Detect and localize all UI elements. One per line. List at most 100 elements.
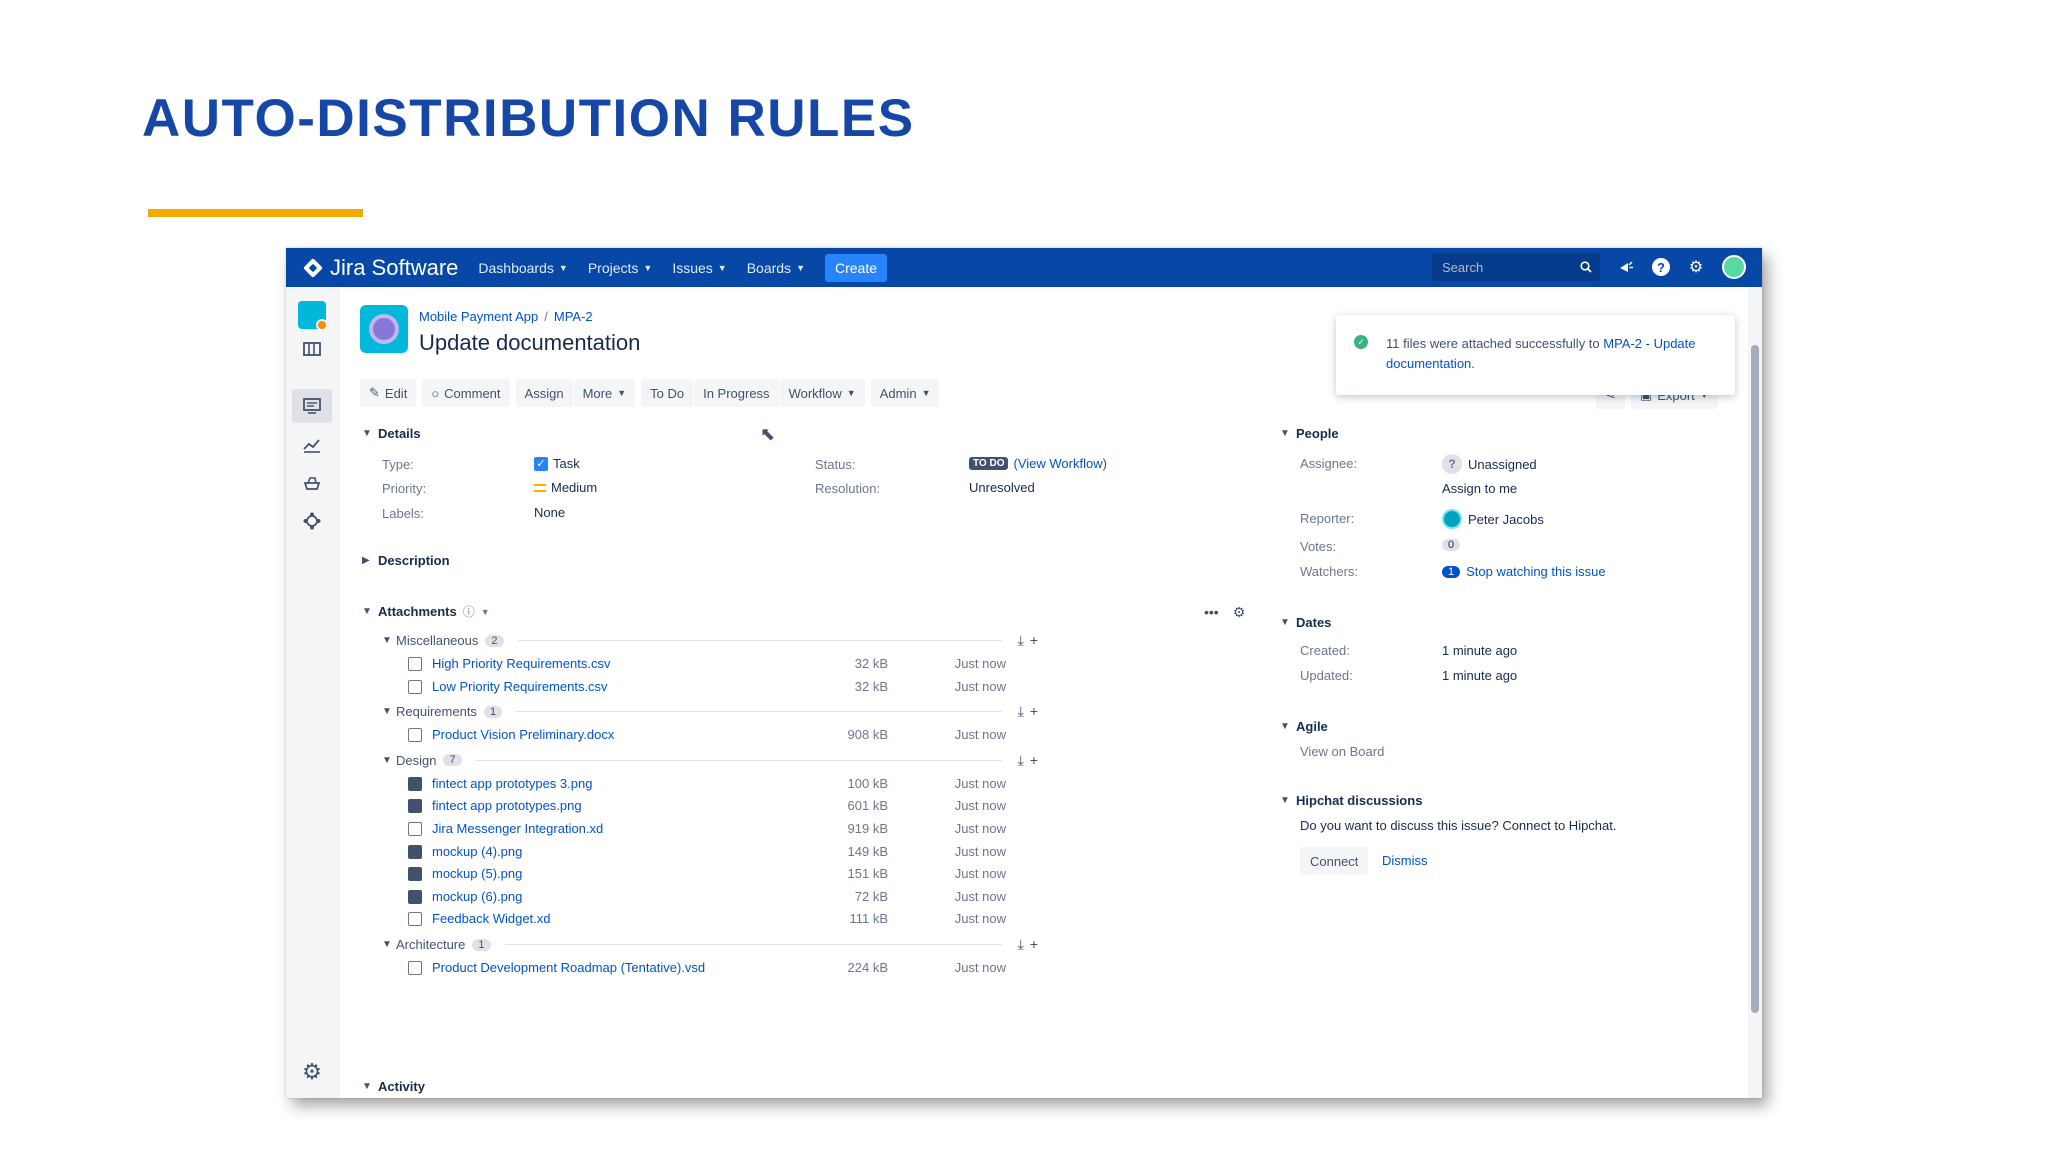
agile-heading[interactable]: ▼ Agile (1280, 719, 1328, 734)
attachment-row[interactable]: fintect app prototypes 3.png 100 kB Just n… (408, 776, 1008, 794)
notifications-icon[interactable] (1616, 257, 1636, 277)
chevron-down-icon: ▼ (1280, 617, 1290, 628)
create-button[interactable]: Create (824, 253, 888, 282)
details-heading[interactable]: ▼ Details (362, 426, 421, 441)
attachment-row[interactable]: Product Vision Preliminary.docx 908 kB Jus… (408, 727, 1008, 745)
attachment-name[interactable]: Product Vision Preliminary.docx (432, 727, 614, 742)
attachment-name[interactable]: Low Priority Requirements.csv (432, 679, 608, 694)
attachment-name[interactable]: Product Development Roadmap (Tentative).… (432, 960, 705, 975)
attachment-row[interactable]: Feedback Widget.xd 111 kB Just now (408, 911, 1008, 929)
assignee-value[interactable]: ? Unassigned (1442, 454, 1537, 474)
watchers-value: 1 Stop watching this issue (1442, 564, 1606, 579)
add-icon[interactable]: + (1030, 703, 1038, 720)
attachment-row[interactable]: mockup (4).png 149 kB Just now (408, 844, 1008, 862)
reporter-value[interactable]: Peter Jacobs (1442, 509, 1544, 529)
attachment-size: 919 kB (847, 821, 888, 836)
chevron-down-icon: ▼ (617, 388, 627, 398)
scroll-thumb[interactable] (1751, 345, 1759, 1013)
releases-icon[interactable] (300, 471, 324, 495)
activity-heading[interactable]: ▼ Activity (362, 1079, 425, 1094)
people-heading[interactable]: ▼ People (1280, 426, 1339, 441)
workflow-button[interactable]: Workflow ▼ (779, 379, 865, 407)
add-ons-icon[interactable] (300, 509, 324, 533)
to-do-button[interactable]: To Do (641, 379, 694, 407)
assign-to-me-link[interactable]: Assign to me (1442, 481, 1517, 496)
edit-button[interactable]: ✎ Edit (360, 379, 417, 407)
attachment-row[interactable]: Product Development Roadmap (Tentative).… (408, 960, 1008, 978)
attachment-row[interactable]: fintect app prototypes.png 601 kB Just now (408, 798, 1008, 816)
issue-title[interactable]: Update documentation (419, 330, 640, 356)
expand-sidebar-icon[interactable]: » (300, 1094, 324, 1099)
priority-value[interactable]: Medium (534, 480, 597, 495)
more-options-icon[interactable]: ••• (1204, 604, 1219, 621)
type-value[interactable]: ✓ Task (534, 456, 580, 471)
download-icon[interactable]: ⤓ (1018, 936, 1024, 953)
attachment-name[interactable]: mockup (5).png (432, 866, 522, 881)
reporter-label: Reporter: (1300, 511, 1355, 526)
help-circle-icon[interactable]: ⓘ (463, 603, 475, 620)
search-input[interactable]: Search (1432, 253, 1600, 281)
search-placeholder: Search (1442, 259, 1484, 275)
attachment-group[interactable]: ▼ Requirements 1 ⤓ + (382, 703, 1038, 720)
board-icon[interactable] (300, 337, 324, 361)
connect-button[interactable]: Connect (1300, 847, 1369, 875)
chevron-down-icon: ▼ (796, 262, 805, 273)
user-avatar[interactable] (1722, 255, 1746, 279)
updated-label: Updated: (1300, 668, 1353, 683)
attachment-group[interactable]: ▼ Architecture 1 ⤓ + (382, 936, 1038, 953)
dismiss-link[interactable]: Dismiss (1382, 853, 1428, 868)
in-progress-button[interactable]: In Progress (694, 379, 779, 407)
labels-value[interactable]: None (534, 505, 565, 520)
scrollbar[interactable] (1748, 287, 1762, 1098)
breadcrumb-issue-key[interactable]: MPA-2 (554, 309, 593, 324)
attachment-row[interactable]: mockup (6).png 72 kB Just now (408, 889, 1008, 907)
unassigned-avatar-icon: ? (1442, 454, 1462, 474)
attachments-heading[interactable]: ▼ Attachments ⓘ ▼ (362, 603, 490, 620)
reports-icon[interactable] (300, 433, 324, 457)
attachment-group[interactable]: ▼ Design 7 ⤓ + (382, 752, 1038, 769)
attachment-name[interactable]: Feedback Widget.xd (432, 911, 551, 926)
chevron-down-icon[interactable]: ▼ (481, 607, 490, 617)
more-button[interactable]: More ▼ (573, 379, 636, 407)
attachment-row[interactable]: High Priority Requirements.csv 32 kB Just … (408, 656, 1008, 674)
nav-projects[interactable]: Projects ▼ (588, 260, 653, 276)
assign-button[interactable]: Assign (515, 379, 573, 407)
add-icon[interactable]: + (1030, 632, 1038, 649)
issues-icon[interactable] (300, 394, 324, 418)
settings-gear-icon[interactable]: ⚙ (300, 1059, 324, 1084)
help-icon[interactable]: ? (1652, 258, 1670, 276)
admin-button[interactable]: Admin ▼ (870, 379, 940, 407)
nav-boards[interactable]: Boards ▼ (747, 260, 805, 276)
attachment-name[interactable]: mockup (6).png (432, 889, 522, 904)
stop-watching-link[interactable]: Stop watching this issue (1466, 564, 1605, 579)
votes-value[interactable]: 0 (1442, 539, 1461, 551)
breadcrumb-project[interactable]: Mobile Payment App (419, 309, 538, 324)
download-icon[interactable]: ⤓ (1018, 752, 1024, 769)
watchers-count-badge[interactable]: 1 (1442, 565, 1461, 578)
attachment-name[interactable]: fintect app prototypes 3.png (432, 776, 592, 791)
attachment-name[interactable]: fintect app prototypes.png (432, 798, 582, 813)
attachment-name[interactable]: Jira Messenger Integration.xd (432, 821, 603, 836)
download-icon[interactable]: ⤓ (1018, 632, 1024, 649)
download-icon[interactable]: ⤓ (1018, 703, 1024, 720)
nav-issues[interactable]: Issues ▼ (672, 260, 726, 276)
attachment-row[interactable]: Low Priority Requirements.csv 32 kB Just n… (408, 679, 1008, 697)
add-icon[interactable]: + (1030, 752, 1038, 769)
add-icon[interactable]: + (1030, 936, 1038, 953)
view-on-board-link[interactable]: View on Board (1300, 744, 1384, 759)
attachment-group[interactable]: ▼ Miscellaneous 2 ⤓ + (382, 632, 1038, 649)
attachment-name[interactable]: mockup (4).png (432, 844, 522, 859)
attachment-name[interactable]: High Priority Requirements.csv (432, 656, 610, 671)
attachment-row[interactable]: Jira Messenger Integration.xd 919 kB Just … (408, 821, 1008, 839)
comment-button[interactable]: ○ Comment (422, 379, 510, 407)
dates-heading[interactable]: ▼ Dates (1280, 615, 1331, 630)
description-heading[interactable]: ▶ Description (362, 553, 450, 568)
nav-dashboards[interactable]: Dashboards ▼ (478, 260, 567, 276)
jira-logo[interactable]: Jira Software (303, 255, 458, 281)
view-workflow-link[interactable]: (View Workflow) (1013, 456, 1106, 471)
attachment-row[interactable]: mockup (5).png 151 kB Just now (408, 866, 1008, 884)
attachment-settings-icon[interactable]: ⚙ (1233, 604, 1246, 621)
hipchat-heading[interactable]: ▼ Hipchat discussions (1280, 793, 1422, 808)
gear-icon[interactable]: ⚙ (1686, 257, 1706, 277)
project-avatar[interactable] (360, 305, 408, 353)
